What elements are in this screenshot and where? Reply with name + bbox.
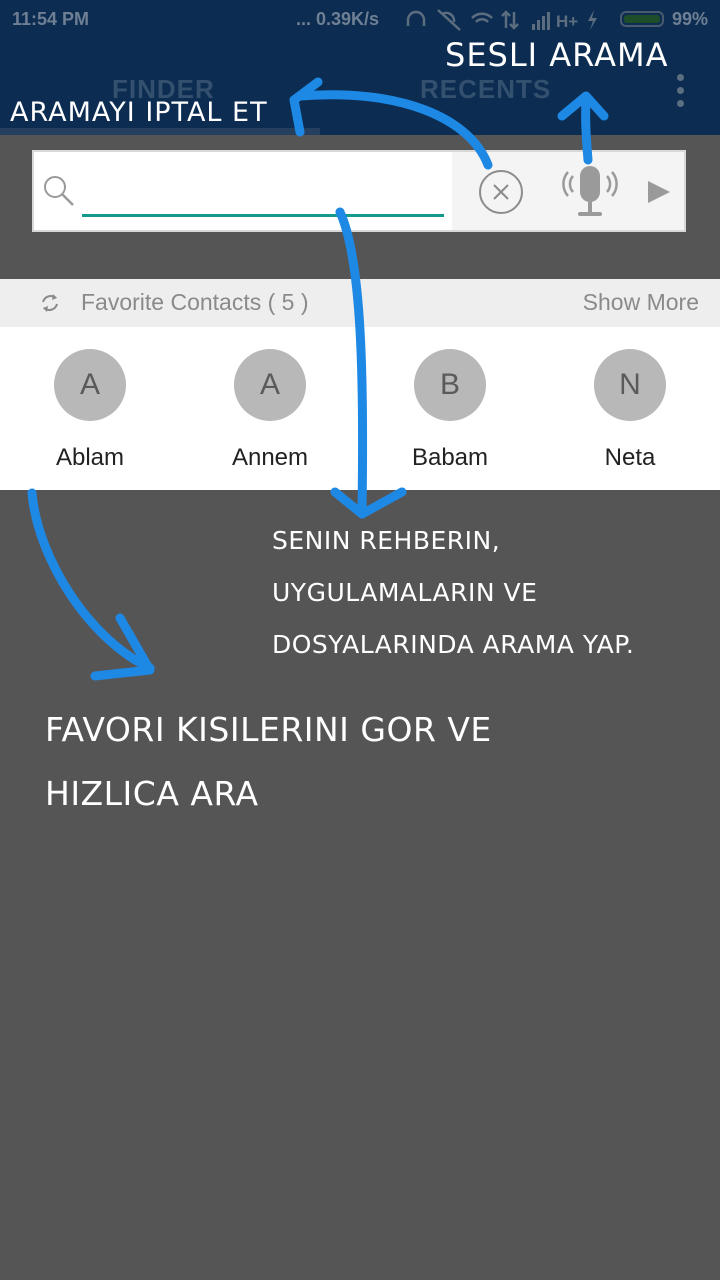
annotation-voice-search: SESLI ARAMA — [445, 36, 669, 74]
battery-percent: 99% — [672, 9, 709, 29]
annotation-line: UYGULAMALARIN VE — [272, 578, 538, 607]
clear-icon[interactable] — [478, 169, 524, 215]
status-bar: 11:54 PM ... 0.39K/s H+ 99% — [0, 0, 720, 40]
tab-indicator — [0, 128, 320, 135]
avatar: A — [234, 349, 306, 421]
status-icons: H+ — [406, 9, 597, 31]
status-time: 11:54 PM — [12, 9, 90, 29]
search-field-container — [34, 152, 452, 230]
avatar: N — [594, 349, 666, 421]
contact-item[interactable]: A Ablam — [0, 327, 180, 490]
annotation-favorites-help: FAVORI KISILERINI GOR VE HIZLICA ARA — [45, 698, 492, 826]
search-icon — [44, 176, 74, 206]
arrow-to-results-head — [330, 487, 407, 519]
arrow-to-favorites-head — [90, 613, 155, 681]
annotation-line: HIZLICA ARA — [45, 774, 259, 813]
search-underline — [82, 214, 444, 217]
avatar: A — [54, 349, 126, 421]
contact-name: Ablam — [55, 444, 125, 471]
arrow-to-favorites — [27, 488, 155, 673]
contact-item[interactable]: B Babam — [360, 327, 540, 490]
annotation-line: SENIN REHBERIN, — [272, 526, 501, 555]
svg-text:H+: H+ — [556, 12, 578, 31]
battery-icon — [620, 11, 664, 27]
overflow-menu-icon[interactable] — [670, 72, 690, 112]
contact-name: Neta — [604, 444, 656, 471]
search-input[interactable] — [82, 166, 448, 216]
refresh-icon[interactable] — [38, 291, 62, 315]
battery-fill — [624, 15, 660, 23]
tab-recents[interactable]: RECENTS — [420, 74, 551, 105]
favorites-title: Favorite Contacts ( 5 ) — [81, 289, 309, 315]
annotation-line: DOSYALARINDA ARAMA YAP. — [272, 630, 635, 659]
show-more-link[interactable]: Show More — [583, 289, 699, 316]
play-icon[interactable] — [644, 178, 672, 206]
contact-item[interactable]: A Annem — [180, 327, 360, 490]
network-speed: ... 0.39K/s — [296, 9, 380, 29]
annotation-search-help: SENIN REHBERIN, UYGULAMALARIN VE DOSYALA… — [272, 515, 634, 671]
favorites-header: Favorite Contacts ( 5 ) Show More — [0, 279, 720, 327]
contact-name: Babam — [411, 444, 489, 471]
mic-icon[interactable] — [560, 162, 620, 222]
search-bar — [32, 150, 686, 232]
contact-item[interactable]: N Neta — [540, 327, 720, 490]
avatar: B — [414, 349, 486, 421]
annotation-cancel-search: ARAMAYI IPTAL ET — [10, 97, 268, 128]
contact-name: Annem — [231, 444, 309, 471]
annotation-line: FAVORI KISILERINI GOR VE — [45, 710, 492, 749]
favorites-list: A Ablam A Annem B Babam N Neta — [0, 327, 720, 490]
